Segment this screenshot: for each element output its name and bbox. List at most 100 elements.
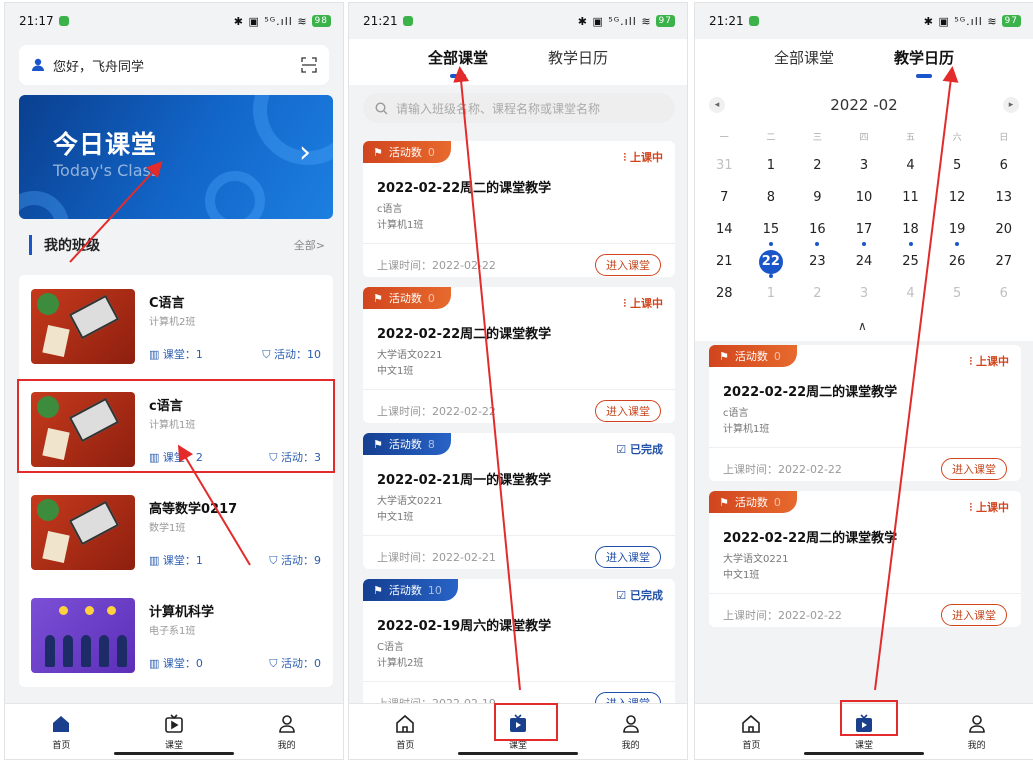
activity-badge: ⚑ 活动数 0 <box>709 491 797 513</box>
class-item[interactable]: C语言 计算机2班 ▥ 课堂：1 ⛉ 活动：10 <box>19 275 333 378</box>
calendar-day[interactable]: 3 <box>841 279 888 311</box>
lesson-card[interactable]: ⚑ 活动数 8 ☑ 已完成 2022-02-21周一的课堂教学 大学语文0221 中… <box>363 433 675 569</box>
screenshot-stage: 21:17 ✱ ▣ ⁵ᴳ.ıll ≋ 98 您好，飞舟同学 今日课堂 Today'… <box>0 0 1033 762</box>
calendar-day[interactable]: 20 <box>980 215 1027 247</box>
enter-class-button[interactable]: 进入课堂 <box>595 400 661 422</box>
person-icon <box>278 714 295 733</box>
calendar-day[interactable]: 14 <box>701 215 748 247</box>
enter-class-button[interactable]: 进入课堂 <box>595 546 661 568</box>
calendar-day[interactable]: 21 <box>701 247 748 279</box>
teaching-calendar-screen: 21:21 ✱ ▣ ⁵ᴳ.ıll ≋ 97 全部课堂 教学日历 ◂ 2022 -0… <box>694 2 1033 760</box>
tab-all-classes[interactable]: 全部课堂 <box>774 47 834 78</box>
calendar-weekday: 四 <box>859 133 869 143</box>
lesson-class: 中文1班 <box>723 570 760 581</box>
tab-teaching-calendar[interactable]: 教学日历 <box>548 47 608 78</box>
calendar-day[interactable]: 11 <box>887 183 934 215</box>
calendar-day[interactable]: 2 <box>794 279 841 311</box>
enter-class-button[interactable]: 进入课堂 <box>595 254 661 276</box>
home-icon <box>53 715 70 732</box>
lesson-card[interactable]: ⚑ 活动数 0 ⫶ 上课中 2022-02-22周二的课堂教学 大学语文0221 中… <box>363 287 675 423</box>
prev-month-button[interactable]: ◂ <box>709 97 725 113</box>
flag-icon: ⚑ <box>373 291 383 305</box>
calendar-day[interactable]: 27 <box>980 247 1027 279</box>
calendar-day[interactable]: 1 <box>748 151 795 183</box>
tab-mine[interactable]: 我的 <box>920 704 1033 759</box>
calendar-day[interactable]: 10 <box>841 183 888 215</box>
tab-home[interactable]: 首页 <box>695 704 808 759</box>
highlight-box-class-tab <box>494 703 558 741</box>
lesson-title: 2022-02-22周二的课堂教学 <box>723 531 898 546</box>
activity-count: ⛉ 活动：9 <box>269 553 321 567</box>
lesson-card[interactable]: ⚑ 活动数 0 ⫶ 上课中 2022-02-22周二的课堂教学 c语言 计算机1班 … <box>363 141 675 277</box>
lesson-count: ▥ 课堂：1 <box>149 347 203 361</box>
calendar-day[interactable]: 18 <box>887 215 934 247</box>
calendar-day[interactable]: 1 <box>748 279 795 311</box>
calendar-day[interactable]: 4 <box>887 279 934 311</box>
lesson-count: ▥ 课堂：1 <box>149 553 203 567</box>
calendar-day[interactable]: 5 <box>934 279 981 311</box>
calendar-day[interactable]: 31 <box>701 151 748 183</box>
tab-home[interactable]: 首页 <box>5 704 118 759</box>
calendar-weekday: 二 <box>766 133 776 143</box>
calendar-day[interactable]: 7 <box>701 183 748 215</box>
enter-class-button[interactable]: 进入课堂 <box>941 458 1007 480</box>
calendar-day[interactable]: 16 <box>794 215 841 247</box>
status-time: 21:21 <box>363 14 398 28</box>
banner-subtitle: Today's Class <box>53 161 160 180</box>
tab-teaching-calendar[interactable]: 教学日历 <box>894 47 954 78</box>
tab-all-classes[interactable]: 全部课堂 <box>428 47 488 78</box>
search-input[interactable]: 请输入班级名称、课程名称或课堂名称 <box>363 93 675 123</box>
calendar-day[interactable]: 13 <box>980 183 1027 215</box>
next-month-button[interactable]: ▸ <box>1002 97 1019 113</box>
calendar-day[interactable]: 17 <box>841 215 888 247</box>
activity-badge: ⚑ 活动数 10 <box>363 579 458 601</box>
calendar-day[interactable]: 12 <box>934 183 981 215</box>
lesson-title: 2022-02-19周六的课堂教学 <box>377 619 552 634</box>
calendar-day[interactable]: 23 <box>794 247 841 279</box>
calendar-day[interactable]: 25 <box>887 247 934 279</box>
collapse-icon[interactable]: ∧ <box>858 319 867 333</box>
greeting-text: 您好，飞舟同学 <box>53 59 145 75</box>
calendar-day[interactable]: 2 <box>794 151 841 183</box>
tab-mine[interactable]: 我的 <box>230 704 343 759</box>
calendar-day[interactable]: 26 <box>934 247 981 279</box>
tab-home[interactable]: 首页 <box>349 704 462 759</box>
calendar-day[interactable]: 28 <box>701 279 748 311</box>
tab-class[interactable]: 课堂 <box>118 704 231 759</box>
user-icon <box>32 58 44 71</box>
calendar-day[interactable]: 15 <box>748 215 795 247</box>
calendar-day[interactable]: 22 <box>748 247 795 279</box>
lesson-card[interactable]: ⚑ 活动数 0 ⫶ 上课中 2022-02-22周二的课堂教学 大学语文0221 中… <box>709 491 1021 627</box>
activity-count: ⛉ 活动：0 <box>269 656 321 670</box>
calendar-day[interactable]: 19 <box>934 215 981 247</box>
view-all-link[interactable]: 全部> <box>294 237 325 253</box>
class-thumbnail <box>31 289 135 364</box>
gesture-bar <box>114 752 234 755</box>
enter-class-button[interactable]: 进入课堂 <box>941 604 1007 626</box>
calendar-day[interactable]: 5 <box>934 151 981 183</box>
calendar-day[interactable]: 24 <box>841 247 888 279</box>
calendar-weekday: 六 <box>952 133 962 143</box>
class-item[interactable]: 高等数学0217 数学1班 ▥ 课堂：1 ⛉ 活动：9 <box>19 481 333 584</box>
lesson-title: 2022-02-21周一的课堂教学 <box>377 473 552 488</box>
lesson-card[interactable]: ⚑ 活动数 0 ⫶ 上课中 2022-02-22周二的课堂教学 c语言 计算机1班 … <box>709 345 1021 481</box>
lesson-card[interactable]: ⚑ 活动数 10 ☑ 已完成 2022-02-19周六的课堂教学 C语言 计算机2班… <box>363 579 675 715</box>
class-item[interactable]: 计算机科学 电子系1班 ▥ 课堂：0 ⛉ 活动：0 <box>19 584 333 687</box>
calendar-day[interactable]: 3 <box>841 151 888 183</box>
app-indicator-icon <box>402 16 413 26</box>
activity-count: ⛉ 活动：10 <box>262 347 321 361</box>
calendar-day[interactable]: 9 <box>794 183 841 215</box>
lesson-class: 计算机2班 <box>377 658 424 669</box>
scan-icon[interactable] <box>301 57 317 73</box>
calendar-day[interactable]: 6 <box>980 151 1027 183</box>
lesson-course: c语言 <box>377 204 403 215</box>
flag-icon: ⚑ <box>719 349 729 363</box>
calendar-day[interactable]: 8 <box>748 183 795 215</box>
today-class-banner[interactable]: 今日课堂 Today's Class › <box>19 95 333 219</box>
class-list: C语言 计算机2班 ▥ 课堂：1 ⛉ 活动：10 c语言 计算机1班 ▥ 课堂：2… <box>19 275 333 687</box>
status-badge: ☑ 已完成 <box>616 589 663 602</box>
calendar: ◂ 2022 -02 ▸ 一二三四五六日 31 1 2 3 4 5 6 7 8 9 10 11 12 13 1… <box>695 85 1033 341</box>
tab-mine[interactable]: 我的 <box>574 704 687 759</box>
calendar-day[interactable]: 6 <box>980 279 1027 311</box>
calendar-day[interactable]: 4 <box>887 151 934 183</box>
